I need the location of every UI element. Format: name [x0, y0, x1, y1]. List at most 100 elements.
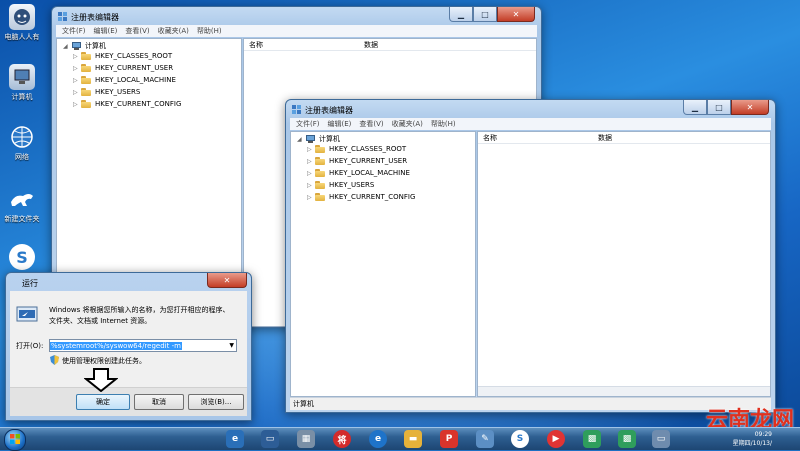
tree-item[interactable]: ▷ HKEY_CLASSES_ROOT — [73, 52, 172, 60]
taskbar-ie-icon[interactable]: e — [369, 430, 387, 448]
taskbar-monitor-icon[interactable]: ▭ — [261, 430, 279, 448]
desktop: 电脑人人有 计算机 网络 新建文件夹 S 注册表编辑器 ▁ □ ✕ 文件(F) … — [0, 0, 800, 433]
horizontal-scrollbar[interactable] — [478, 386, 770, 396]
column-header: 名称 数据 — [244, 39, 536, 51]
expand-arrow-icon[interactable]: ▷ — [307, 146, 315, 153]
tree-item-label: HKEY_LOCAL_MACHINE — [95, 76, 176, 84]
collapse-arrow-icon[interactable]: ◢ — [297, 136, 305, 143]
column-name[interactable]: 名称 — [249, 40, 263, 50]
close-button[interactable]: ✕ — [207, 273, 247, 288]
tree-item-label: HKEY_CURRENT_USER — [329, 157, 408, 165]
ok-button[interactable]: 确定 — [76, 394, 130, 410]
close-button[interactable]: ✕ — [731, 100, 769, 115]
menu-edit[interactable]: 编辑(E) — [94, 26, 118, 36]
title-bar[interactable]: 运行 ✕ — [6, 273, 251, 291]
menu-file[interactable]: 文件(F) — [296, 119, 320, 129]
tree-item[interactable]: ▷ HKEY_USERS — [307, 181, 374, 189]
folder-icon — [81, 88, 91, 96]
expand-arrow-icon[interactable]: ▷ — [307, 194, 315, 201]
taskbar-p-icon[interactable]: P — [440, 430, 458, 448]
tree-item-label: HKEY_USERS — [329, 181, 375, 189]
tree-item[interactable]: ▷ HKEY_LOCAL_MACHINE — [307, 169, 410, 177]
start-button[interactable] — [4, 429, 26, 451]
description-line-2: 文件夹、文档或 Internet 资源。 — [49, 317, 152, 325]
clock[interactable]: 09:29 星期四/10/13/ — [733, 430, 772, 448]
desktop-icon-tiger[interactable]: 电脑人人有 — [0, 4, 44, 42]
taskbar-regedit-icon-2[interactable]: ▩ — [618, 430, 636, 448]
folder-icon — [315, 181, 325, 189]
expand-arrow-icon[interactable]: ▷ — [307, 170, 315, 177]
menu-favorites[interactable]: 收藏夹(A) — [158, 26, 189, 36]
menu-help[interactable]: 帮助(H) — [431, 119, 456, 129]
desktop-icon-label: 网络 — [15, 153, 29, 161]
admin-note: 使用管理权限创建此任务。 — [62, 357, 146, 365]
tree-item-label: HKEY_CURRENT_USER — [95, 64, 174, 72]
menu-file[interactable]: 文件(F) — [62, 26, 86, 36]
tree-root[interactable]: ◢ 计算机 — [297, 134, 340, 144]
minimize-icon: ▁ — [691, 102, 699, 112]
tree-item[interactable]: ▷ HKEY_USERS — [73, 88, 140, 96]
dialog-title: 运行 — [22, 279, 38, 288]
taskbar-folder-icon[interactable]: ▬ — [404, 430, 422, 448]
tree-item[interactable]: ▷ HKEY_CURRENT_USER — [73, 64, 173, 72]
cancel-button[interactable]: 取消 — [134, 394, 184, 410]
taskbar-browser-icon[interactable]: e — [226, 430, 244, 448]
minimize-button[interactable]: ▁ — [449, 7, 473, 22]
open-input-value[interactable]: %systemroot%/syswow64/regedit -m — [50, 341, 182, 350]
title-bar[interactable]: 注册表编辑器 ▁ □ ✕ — [52, 7, 541, 25]
expand-arrow-icon[interactable]: ▷ — [307, 158, 315, 165]
expand-arrow-icon[interactable]: ▷ — [73, 77, 81, 84]
title-bar[interactable]: 注册表编辑器 ▁ □ ✕ — [286, 100, 775, 118]
tree-pane[interactable]: ◢ 计算机 ▷ HKEY_CLASSES_ROOT ▷ HKEY_CURRENT_U… — [290, 131, 476, 397]
chevron-down-icon[interactable]: ▼ — [229, 342, 234, 349]
tree-item[interactable]: ▷ HKEY_CURRENT_USER — [307, 157, 407, 165]
desktop-icon-network[interactable]: 网络 — [0, 124, 44, 162]
menu-view[interactable]: 查看(V) — [359, 119, 383, 129]
expand-arrow-icon[interactable]: ▷ — [73, 65, 81, 72]
taskbar-sogou-icon[interactable]: S — [511, 430, 529, 448]
column-data[interactable]: 数据 — [364, 40, 378, 50]
menu-help[interactable]: 帮助(H) — [197, 26, 222, 36]
desktop-icon-new-folder[interactable]: 新建文件夹 — [0, 186, 44, 224]
open-label: 打开(O): — [16, 342, 44, 350]
maximize-button[interactable]: □ — [707, 100, 731, 115]
tree-item-label: HKEY_CLASSES_ROOT — [95, 52, 173, 60]
expand-arrow-icon[interactable]: ▷ — [73, 101, 81, 108]
regedit-window-front: 注册表编辑器 ▁ □ ✕ 文件(F) 编辑(E) 查看(V) 收藏夹(A) 帮助… — [285, 99, 776, 413]
taskbar-app-icon[interactable]: ▦ — [297, 430, 315, 448]
column-name[interactable]: 名称 — [483, 133, 497, 143]
taskbar-run-icon[interactable]: ▭ — [652, 430, 670, 448]
desktop-icon-computer[interactable]: 计算机 — [0, 64, 44, 102]
values-pane[interactable]: 名称 数据 — [477, 131, 771, 397]
taskbar-player-icon[interactable]: ▶ — [547, 430, 565, 448]
window-title: 注册表编辑器 — [305, 106, 353, 115]
desktop-icon-sogou[interactable]: S — [0, 244, 44, 272]
expand-arrow-icon[interactable]: ▷ — [307, 182, 315, 189]
open-combobox[interactable]: %systemroot%/syswow64/regedit -m ▼ — [49, 339, 237, 352]
clock-date: 星期四/10/13/ — [732, 440, 772, 447]
tree-root[interactable]: ◢ 计算机 — [63, 41, 106, 51]
tree-root-label: 计算机 — [85, 42, 106, 50]
maximize-button[interactable]: □ — [473, 7, 497, 22]
taskbar-chess-icon[interactable]: 将 — [333, 430, 351, 448]
menu-bar: 文件(F) 编辑(E) 查看(V) 收藏夹(A) 帮助(H) — [56, 25, 537, 37]
menu-favorites[interactable]: 收藏夹(A) — [392, 119, 423, 129]
taskbar: e ▭ ▦ 将 e ▬ P ✎ S ▶ ▩ ▩ ▭ 09:29 星期四/10/1… — [0, 427, 800, 451]
folder-icon — [315, 169, 325, 177]
column-data[interactable]: 数据 — [598, 133, 612, 143]
taskbar-regedit-icon[interactable]: ▩ — [583, 430, 601, 448]
tree-item[interactable]: ▷ HKEY_CURRENT_CONFIG — [73, 100, 181, 108]
tree-item[interactable]: ▷ HKEY_CURRENT_CONFIG — [307, 193, 415, 201]
browse-button[interactable]: 浏览(B)... — [188, 394, 244, 410]
collapse-arrow-icon[interactable]: ◢ — [63, 43, 71, 50]
menu-edit[interactable]: 编辑(E) — [328, 119, 352, 129]
expand-arrow-icon[interactable]: ▷ — [73, 53, 81, 60]
minimize-button[interactable]: ▁ — [683, 100, 707, 115]
taskbar-paint-icon[interactable]: ✎ — [476, 430, 494, 448]
expand-arrow-icon[interactable]: ▷ — [73, 89, 81, 96]
menu-view[interactable]: 查看(V) — [125, 26, 149, 36]
tree-item[interactable]: ▷ HKEY_LOCAL_MACHINE — [73, 76, 176, 84]
close-button[interactable]: ✕ — [497, 7, 535, 22]
tree-item[interactable]: ▷ HKEY_CLASSES_ROOT — [307, 145, 406, 153]
maximize-icon: □ — [481, 9, 489, 19]
